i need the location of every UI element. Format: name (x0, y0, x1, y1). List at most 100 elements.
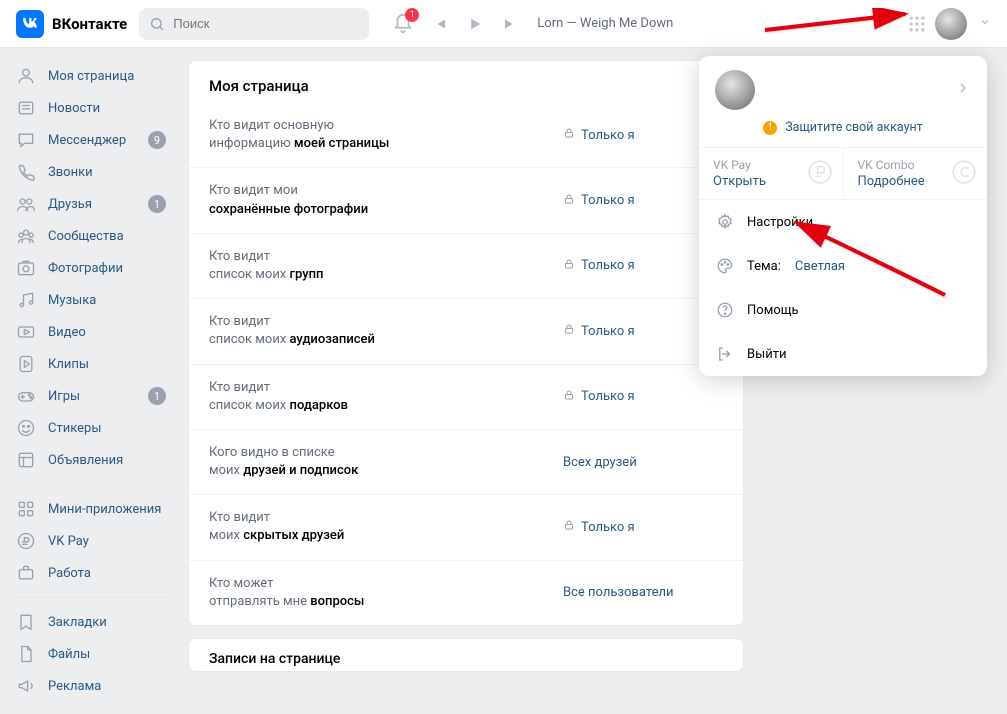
privacy-label: Кто видитсписок моих групп (209, 248, 563, 284)
sidebar-item-video[interactable]: Видео (8, 316, 172, 348)
vk-combo-cell[interactable]: VK Combo Подробнее (844, 148, 988, 199)
sidebar-badge: 1 (148, 387, 166, 405)
chat-icon (16, 130, 36, 150)
section-title: Записи на странице (189, 639, 743, 671)
sidebar-item-bookmark[interactable]: Закладки (8, 606, 172, 638)
privacy-value[interactable]: Все пользователи (563, 585, 723, 600)
avatar[interactable] (935, 8, 967, 40)
sidebar-item-pay[interactable]: VK Pay (8, 525, 172, 557)
app-menu-button[interactable] (907, 14, 927, 34)
help-item[interactable]: Помощь (699, 288, 987, 332)
search-field[interactable] (173, 16, 359, 31)
privacy-row: Кого видно в спискемоих друзей и подписо… (189, 430, 743, 495)
privacy-value[interactable]: Только я (563, 519, 723, 535)
sidebar-item-phone[interactable]: Звонки (8, 156, 172, 188)
privacy-row: Кто видитмоих скрытых друзей Только я (189, 495, 743, 560)
work-icon (16, 563, 36, 583)
privacy-label: Кто можетотправлять мне вопросы (209, 575, 563, 611)
sidebar-item-chat[interactable]: Мессенджер 9 (8, 124, 172, 156)
theme-item[interactable]: Тема: Светлая (699, 244, 987, 288)
ads-icon (16, 450, 36, 470)
sidebar-item-friends[interactable]: Друзья 1 (8, 188, 172, 220)
sidebar-item-games[interactable]: Игры 1 (8, 380, 172, 412)
sidebar-item-apps[interactable]: Мини-приложения (8, 493, 172, 525)
wall-card: Записи на странице (188, 638, 744, 672)
search-icon (149, 16, 165, 32)
card-title: Моя страница (189, 61, 743, 103)
sidebar-item-clips[interactable]: Клипы (8, 348, 172, 380)
next-track-button[interactable] (493, 6, 529, 42)
sidebar-item-photo[interactable]: Фотографии (8, 252, 172, 284)
lock-icon (563, 127, 575, 143)
brand-text: ВКонтакте (52, 15, 127, 33)
settings-label: Настройки (747, 215, 813, 230)
main-content: Моя страница Кто видит основнуюинформаци… (180, 48, 760, 714)
prev-track-button[interactable] (421, 6, 457, 42)
sidebar-item-groups[interactable]: Сообщества (8, 220, 172, 252)
sidebar-item-label: Сообщества (48, 229, 124, 244)
search-input[interactable] (139, 8, 369, 40)
sidebar-item-adv[interactable]: Реклама (8, 670, 172, 702)
adv-icon (16, 676, 36, 696)
sidebar: Моя страница Новости Мессенджер 9 Звонки… (0, 48, 180, 714)
logout-label: Выйти (747, 347, 786, 362)
privacy-row: Кто видитсписок моих групп Только я (189, 234, 743, 299)
dropdown-profile-link[interactable] (699, 56, 987, 120)
theme-label: Тема: (747, 259, 781, 274)
now-playing[interactable]: Lorn — Weigh Me Down (537, 16, 673, 31)
privacy-row: Кто видит основнуюинформацию моей страни… (189, 103, 743, 168)
photo-icon (16, 258, 36, 278)
profile-menu-toggle[interactable] (979, 16, 991, 32)
clips-icon (16, 354, 36, 374)
lock-icon (563, 323, 575, 339)
privacy-value[interactable]: Всех друзей (563, 455, 723, 470)
next-icon (502, 15, 520, 33)
sidebar-item-files[interactable]: Файлы (8, 638, 172, 670)
chevron-down-icon (979, 16, 991, 28)
avatar (715, 70, 755, 110)
chevron-right-icon (955, 80, 971, 100)
privacy-value[interactable]: Только я (563, 389, 723, 405)
phone-icon (16, 162, 36, 182)
ruble-icon (807, 159, 833, 189)
settings-item[interactable]: Настройки (699, 200, 987, 244)
privacy-label: Кто видитмоих скрытых друзей (209, 509, 563, 545)
privacy-value-text: Только я (581, 258, 635, 273)
header: ВКонтакте 1 Lorn — Weigh Me Down (0, 0, 1007, 48)
privacy-card: Моя страница Кто видит основнуюинформаци… (188, 60, 744, 626)
gear-icon (715, 212, 735, 232)
sidebar-item-sticker[interactable]: Стикеры (8, 412, 172, 444)
privacy-value-text: Только я (581, 128, 635, 143)
warning-icon: ! (763, 121, 777, 135)
logout-item[interactable]: Выйти (699, 332, 987, 376)
sidebar-item-label: Файлы (48, 647, 90, 662)
sidebar-item-work[interactable]: Работа (8, 557, 172, 589)
sticker-icon (16, 418, 36, 438)
sidebar-item-home[interactable]: Моя страница (8, 60, 172, 92)
logout-icon (715, 344, 735, 364)
apps-icon (16, 499, 36, 519)
protect-account-link[interactable]: ! Защитите свой аккаунт (699, 120, 987, 147)
privacy-value-text: Только я (581, 389, 635, 404)
help-icon (715, 300, 735, 320)
services-row: VK Pay Открыть VK Combo Подробнее (699, 147, 987, 200)
notifications-button[interactable]: 1 (385, 6, 421, 42)
games-icon (16, 386, 36, 406)
privacy-row: Кто видитсписок моих аудиозаписей Только… (189, 299, 743, 364)
theme-value: Светлая (795, 259, 845, 274)
friends-icon (16, 194, 36, 214)
sidebar-item-label: Игры (48, 389, 80, 404)
video-icon (16, 322, 36, 342)
sidebar-item-label: Работа (48, 566, 91, 581)
vk-pay-cell[interactable]: VK Pay Открыть (699, 148, 844, 199)
sidebar-item-news[interactable]: Новости (8, 92, 172, 124)
sidebar-item-label: Мини-приложения (48, 502, 161, 517)
sidebar-item-music[interactable]: Музыка (8, 284, 172, 316)
prev-icon (430, 15, 448, 33)
music-icon (16, 290, 36, 310)
help-label: Помощь (747, 303, 799, 318)
lock-icon (563, 519, 575, 535)
play-button[interactable] (457, 6, 493, 42)
logo[interactable]: ВКонтакте (16, 10, 127, 38)
sidebar-item-ads[interactable]: Объявления (8, 444, 172, 476)
